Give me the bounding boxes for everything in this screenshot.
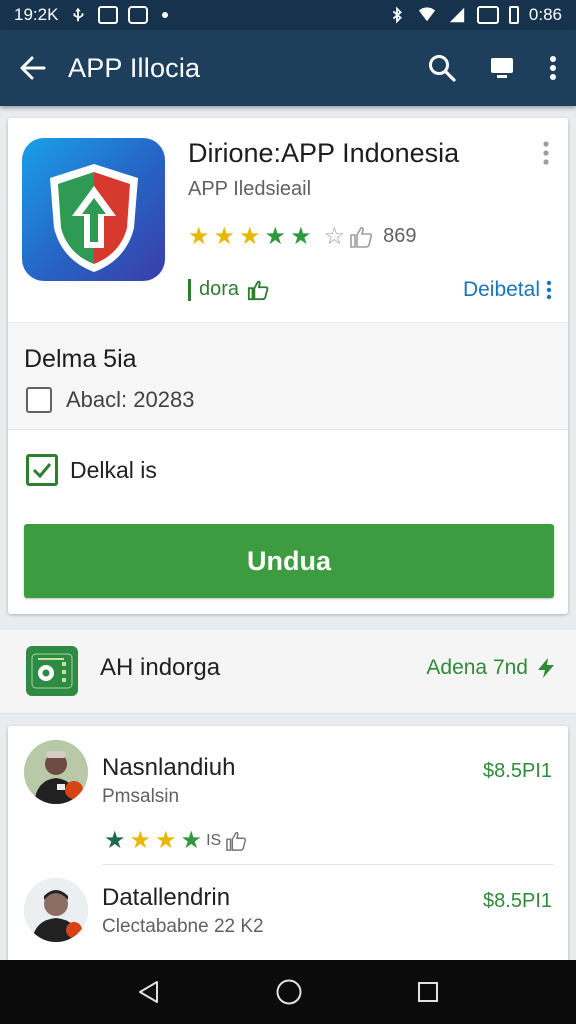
review-item[interactable]: Datallendrin Clectababne 22 K2 $8.5PI1 — [8, 864, 568, 960]
star-icon: ★ — [155, 827, 177, 854]
star-icon: ★ — [264, 223, 287, 250]
cast-icon[interactable] — [488, 54, 516, 82]
app-detail-card: Dirione:APP Indonesia APP Iledsieail ★ ★… — [8, 118, 568, 614]
nfc-icon — [476, 6, 499, 24]
nav-back-icon[interactable] — [136, 979, 162, 1005]
more-vert-icon — [546, 280, 552, 300]
signal-icon — [449, 7, 465, 23]
navigation-bar — [0, 960, 576, 1024]
bolt-icon — [538, 658, 554, 678]
checkbox-checked[interactable] — [26, 454, 58, 486]
section-title: Delma 5ia — [24, 345, 137, 373]
star-icon: ★ — [104, 827, 126, 854]
image-icon — [98, 6, 119, 24]
review-price: $8.5PI1 — [483, 760, 552, 782]
review-rating: ★ ★ ★ ★ IS — [104, 826, 247, 855]
wifi-icon — [418, 7, 436, 22]
avatar — [24, 740, 88, 804]
nav-home-icon[interactable] — [275, 978, 303, 1006]
star-icon: ★ — [290, 223, 312, 250]
app-icon — [128, 6, 149, 24]
checkbox-unchecked[interactable] — [26, 387, 52, 413]
app-bar: APP Illocia — [0, 30, 576, 106]
review-subtitle: Clectababne 22 K2 — [102, 916, 264, 937]
tag-bar — [188, 278, 191, 301]
review-price: $8.5PI1 — [483, 890, 552, 912]
star-icon: ★ — [213, 223, 236, 250]
usb-icon — [73, 7, 84, 22]
thumb-up-icon — [350, 226, 373, 248]
option-row-2[interactable]: Delkal is — [26, 454, 157, 486]
related-link[interactable]: Adena 7nd — [426, 656, 556, 680]
back-arrow-icon[interactable] — [18, 54, 46, 82]
option-label-2: Delkal is — [70, 456, 157, 483]
search-icon[interactable] — [428, 54, 456, 82]
review-rating-text: IS — [206, 831, 222, 849]
app-tag[interactable]: dora — [188, 278, 269, 301]
nav-recents-icon[interactable] — [416, 980, 440, 1004]
detail-link-label: Deibetal — [462, 278, 540, 301]
option-row-1[interactable]: Abacl: 20283 — [26, 387, 194, 413]
battery-icon — [508, 6, 519, 24]
status-time: 19:2K — [14, 5, 59, 24]
rating-count: 869 — [383, 225, 417, 247]
related-title: AH indorga — [100, 654, 221, 681]
star-icon: ★ — [180, 827, 203, 854]
related-app-icon — [26, 646, 78, 696]
app-logo-icon — [22, 138, 165, 281]
more-vert-icon[interactable] — [548, 54, 558, 82]
star-outline-icon: ☆ — [323, 223, 346, 250]
star-icon: ★ — [188, 223, 210, 250]
review-author: Datallendrin — [102, 884, 231, 911]
related-link-label: Adena 7nd — [426, 656, 528, 679]
review-item[interactable]: Nasnlandiuh Pmsalsin $8.5PI1 ★ ★ ★ ★ IS — [8, 738, 568, 864]
install-button[interactable]: Undua — [24, 524, 554, 598]
app-rating: ★ ★ ★ ★ ★ ☆ 869 — [188, 222, 416, 251]
status-right-time: 0:86 — [528, 5, 562, 24]
app-developer[interactable]: APP Iledsieail — [188, 178, 311, 201]
bluetooth-icon — [392, 6, 402, 24]
option-label-1: Abacl: 20283 — [66, 387, 195, 412]
options-section: Delma 5ia Abacl: 20283 — [8, 322, 568, 430]
star-icon: ★ — [129, 827, 152, 854]
dot-icon — [162, 12, 169, 18]
status-bar: 19:2K 0:86 — [0, 0, 576, 30]
star-icon: ★ — [239, 223, 261, 250]
detail-link[interactable]: Deibetal — [463, 278, 552, 302]
reviews-card: Nasnlandiuh Pmsalsin $8.5PI1 ★ ★ ★ ★ IS … — [8, 726, 568, 960]
review-author: Nasnlandiuh — [102, 754, 236, 781]
tag-label: dora — [199, 278, 240, 300]
divider — [102, 864, 554, 865]
review-subtitle: Pmsalsin — [102, 786, 180, 807]
app-name: Dirione:APP Indonesia — [188, 138, 460, 168]
card-more-icon[interactable] — [538, 140, 554, 166]
check-icon — [32, 463, 52, 479]
thumb-up-icon — [247, 280, 269, 300]
avatar — [24, 878, 88, 942]
app-bar-title: APP Illocia — [68, 52, 201, 83]
thumb-up-icon — [226, 831, 247, 851]
related-row[interactable]: AH indorga Adena 7nd — [0, 630, 576, 714]
